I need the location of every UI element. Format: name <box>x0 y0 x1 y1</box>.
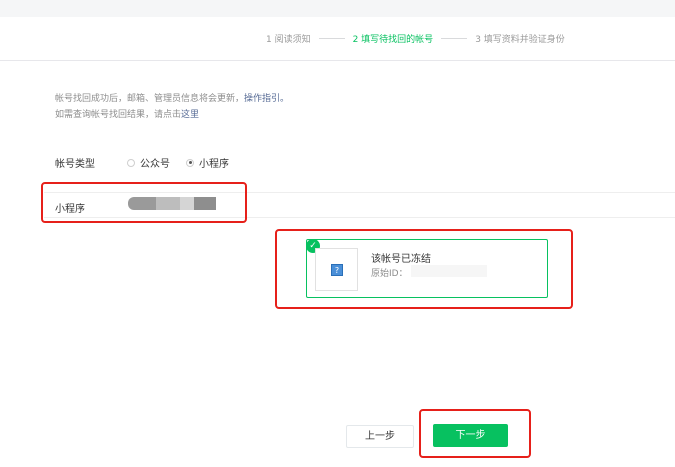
next-step-button[interactable]: 下一步 <box>433 424 508 447</box>
step-3: 3 填写资料并验证身份 <box>475 34 565 45</box>
account-type-label: 帐号类型 <box>55 159 95 170</box>
radio-mini-program[interactable]: 小程序 <box>186 155 229 170</box>
radio-checked-icon <box>186 158 194 167</box>
prev-step-button[interactable]: 上一步 <box>346 425 414 448</box>
mini-program-label: 小程序 <box>55 204 85 215</box>
step-separator <box>318 37 345 39</box>
radio-icon <box>127 158 135 167</box>
result-query-link[interactable]: 这里 <box>181 110 199 120</box>
account-status: 该帐号已冻结 <box>371 254 431 265</box>
notice-text: 帐号找回成功后，邮箱、管理员信息将会更新，操作指引。 如需查询帐号找回结果，请点… <box>55 91 289 123</box>
header-divider <box>0 60 675 61</box>
progress-steps: 1 阅读须知 2 填写待找回的帐号 3 填写资料并验证身份 <box>266 31 565 45</box>
broken-image-icon: ? <box>331 264 343 276</box>
original-id-label: 原始ID： <box>371 269 408 279</box>
step-1: 1 阅读须知 <box>266 34 311 45</box>
notice-line-2: 如需查询帐号找回结果，请点击这里 <box>55 110 200 120</box>
notice-line-1: 帐号找回成功后，邮箱、管理员信息将会更新，操作指引。 <box>55 94 290 104</box>
redacted-original-id <box>411 265 487 277</box>
step-2: 2 填写待找回的帐号 <box>352 34 434 45</box>
account-card[interactable]: ✓ ? 该帐号已冻结 原始ID： <box>306 239 548 298</box>
radio-official-account[interactable]: 公众号 <box>127 155 170 170</box>
account-type-row: 帐号类型 公众号 小程序 <box>55 155 245 170</box>
account-recovery-page: 1 阅读须知 2 填写待找回的帐号 3 填写资料并验证身份 帐号找回成功后，邮箱… <box>0 0 675 467</box>
top-bar <box>0 0 675 17</box>
step-separator <box>441 37 468 39</box>
guide-link[interactable]: 操作指引。 <box>244 94 289 104</box>
account-avatar: ? <box>315 248 358 291</box>
mini-program-row: 小程序 <box>44 192 675 218</box>
redacted-mini-program-name[interactable] <box>128 197 216 210</box>
